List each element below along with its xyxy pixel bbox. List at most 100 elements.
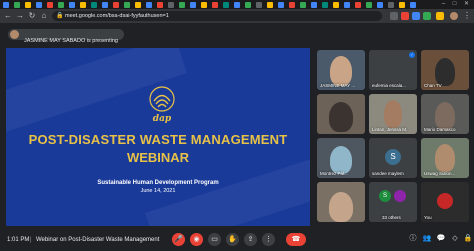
tab-favicon-icon[interactable]: [102, 2, 108, 8]
slide-title: POST-DISASTER WASTE MANAGEMENT: [28, 132, 288, 147]
tab-favicon-icon[interactable]: [168, 2, 174, 8]
tab-favicon-icon[interactable]: [201, 2, 207, 8]
tab-favicon-icon[interactable]: [223, 2, 229, 8]
presentation-screen[interactable]: dap POST-DISASTER WASTE MANAGEMENT WEBIN…: [6, 48, 310, 226]
participant-tile[interactable]: Mario Damasco: [421, 94, 469, 134]
profile-avatar[interactable]: [450, 12, 458, 20]
chat-icon[interactable]: 💬: [436, 234, 446, 244]
close-window-icon[interactable]: ✕: [463, 1, 470, 8]
tab-favicon-icon[interactable]: [410, 2, 416, 8]
tab-favicon-icon[interactable]: [146, 2, 152, 8]
participant-video: [384, 100, 402, 128]
activities-icon[interactable]: ◇: [450, 234, 460, 244]
others-count: 33 others: [382, 215, 401, 220]
lock-meeting-icon[interactable]: 🔒: [463, 234, 473, 244]
more-options-button[interactable]: ⋮: [262, 233, 275, 246]
tab-favicon-icon[interactable]: [47, 2, 53, 8]
tab-favicon-icon[interactable]: [190, 2, 196, 8]
minimize-icon[interactable]: –: [440, 1, 447, 8]
tab-favicon-icon[interactable]: [80, 2, 86, 8]
menu-dots-icon[interactable]: ⋮: [462, 11, 472, 21]
tab-favicon-icon[interactable]: [157, 2, 163, 8]
presenter-avatar: [10, 30, 19, 39]
participant-tile[interactable]: Uswag Sialon...: [421, 138, 469, 178]
tab-favicon-icon[interactable]: [355, 2, 361, 8]
browser-tab-strip: – □ ✕: [0, 0, 474, 9]
participant-video: [330, 56, 352, 86]
participant-name: Lintan, Jerissa M.: [372, 127, 408, 132]
self-name: You: [424, 215, 432, 220]
reload-icon[interactable]: ↻: [27, 11, 37, 21]
home-icon[interactable]: ⌂: [39, 11, 49, 21]
captions-button[interactable]: ▭: [208, 233, 221, 246]
lock-icon: 🔒: [56, 13, 64, 19]
participant-tile[interactable]: [317, 182, 365, 222]
tab-favicon-icon[interactable]: [69, 2, 75, 8]
participant-tile[interactable]: JASMINE MAY ...: [317, 50, 365, 90]
tab-favicon-icon[interactable]: [91, 2, 97, 8]
tab-favicon-icon[interactable]: [3, 2, 9, 8]
tab-favicon-icon[interactable]: [58, 2, 64, 8]
participant-video: [330, 146, 352, 174]
others-tile[interactable]: S 33 others: [369, 182, 417, 222]
tab-favicon-icon[interactable]: [322, 2, 328, 8]
people-icon[interactable]: 👥: [422, 234, 432, 244]
extension-icon[interactable]: [423, 12, 431, 20]
participant-tile[interactable]: Montrez Pal...: [317, 138, 365, 178]
participant-tile[interactable]: Lintan, Jerissa M.: [369, 94, 417, 134]
tab-favicon-icon[interactable]: [212, 2, 218, 8]
tab-favicon-icon[interactable]: [14, 2, 20, 8]
participant-avatar: S: [385, 149, 401, 165]
present-button[interactable]: ⇪: [244, 233, 257, 246]
end-call-button[interactable]: ☎: [286, 233, 306, 246]
tab-favicon-icon[interactable]: [333, 2, 339, 8]
participant-video: [435, 58, 455, 86]
mic-off-icon: ⁄: [409, 52, 415, 58]
participant-tile[interactable]: [317, 94, 365, 134]
tab-favicon-icon[interactable]: [344, 2, 350, 8]
mic-off-button[interactable]: 🎤: [172, 233, 185, 246]
tab-favicon-icon[interactable]: [113, 2, 119, 8]
tab-favicon-icon[interactable]: [124, 2, 130, 8]
tab-favicon-icon[interactable]: [311, 2, 317, 8]
tab-favicon-icon[interactable]: [388, 2, 394, 8]
meet-window: – □ ✕ ← → ↻ ⌂ 🔒 meet.google.com/bsa-dsai…: [0, 0, 474, 251]
tab-favicon-icon[interactable]: [245, 2, 251, 8]
self-avatar: [437, 193, 453, 209]
extension-icon[interactable]: [436, 12, 444, 20]
participant-tile[interactable]: Chan TV: [421, 50, 469, 90]
extension-icon[interactable]: [390, 12, 398, 20]
tab-favicon-icon[interactable]: [179, 2, 185, 8]
divider: |: [30, 237, 32, 243]
tab-favicon-icon[interactable]: [278, 2, 284, 8]
address-bar[interactable]: 🔒 meet.google.com/bsa-dsai-fyyfauthusen=…: [52, 11, 382, 21]
raise-hand-button[interactable]: ✋: [226, 233, 239, 246]
tab-favicon-icon[interactable]: [36, 2, 42, 8]
maximize-icon[interactable]: □: [451, 1, 458, 8]
tab-favicon-icon[interactable]: [234, 2, 240, 8]
extension-icon[interactable]: [412, 12, 420, 20]
participant-avatar: S: [379, 190, 391, 202]
presenting-text: JASMINE MAY SABADO is presenting: [24, 38, 118, 44]
tab-favicon-icon[interactable]: [25, 2, 31, 8]
tab-favicon-icon[interactable]: [366, 2, 372, 8]
tab-favicon-icon[interactable]: [256, 2, 262, 8]
extension-icon[interactable]: [401, 12, 409, 20]
tab-favicon-icon[interactable]: [267, 2, 273, 8]
slide-subtitle: WEBINAR: [126, 150, 190, 165]
participant-tile[interactable]: ⁄ eufemia escala...: [369, 50, 417, 90]
info-icon[interactable]: ⓘ: [408, 234, 418, 244]
back-icon[interactable]: ←: [3, 11, 13, 21]
tab-favicon-icon[interactable]: [300, 2, 306, 8]
meet-top-bar: JASMINE MAY SABADO is presenting: [0, 23, 474, 44]
tab-favicon-icon[interactable]: [399, 2, 405, 8]
clock: 1:01 PM: [7, 237, 30, 243]
tab-favicon-icon[interactable]: [289, 2, 295, 8]
camera-off-button[interactable]: ◉: [190, 233, 203, 246]
participant-name: Montrez Pal...: [320, 171, 348, 176]
tab-favicon-icon[interactable]: [377, 2, 383, 8]
forward-icon[interactable]: →: [15, 11, 25, 21]
participant-tile[interactable]: S sandee maylem: [369, 138, 417, 178]
self-tile[interactable]: You: [421, 182, 469, 222]
tab-favicon-icon[interactable]: [135, 2, 141, 8]
